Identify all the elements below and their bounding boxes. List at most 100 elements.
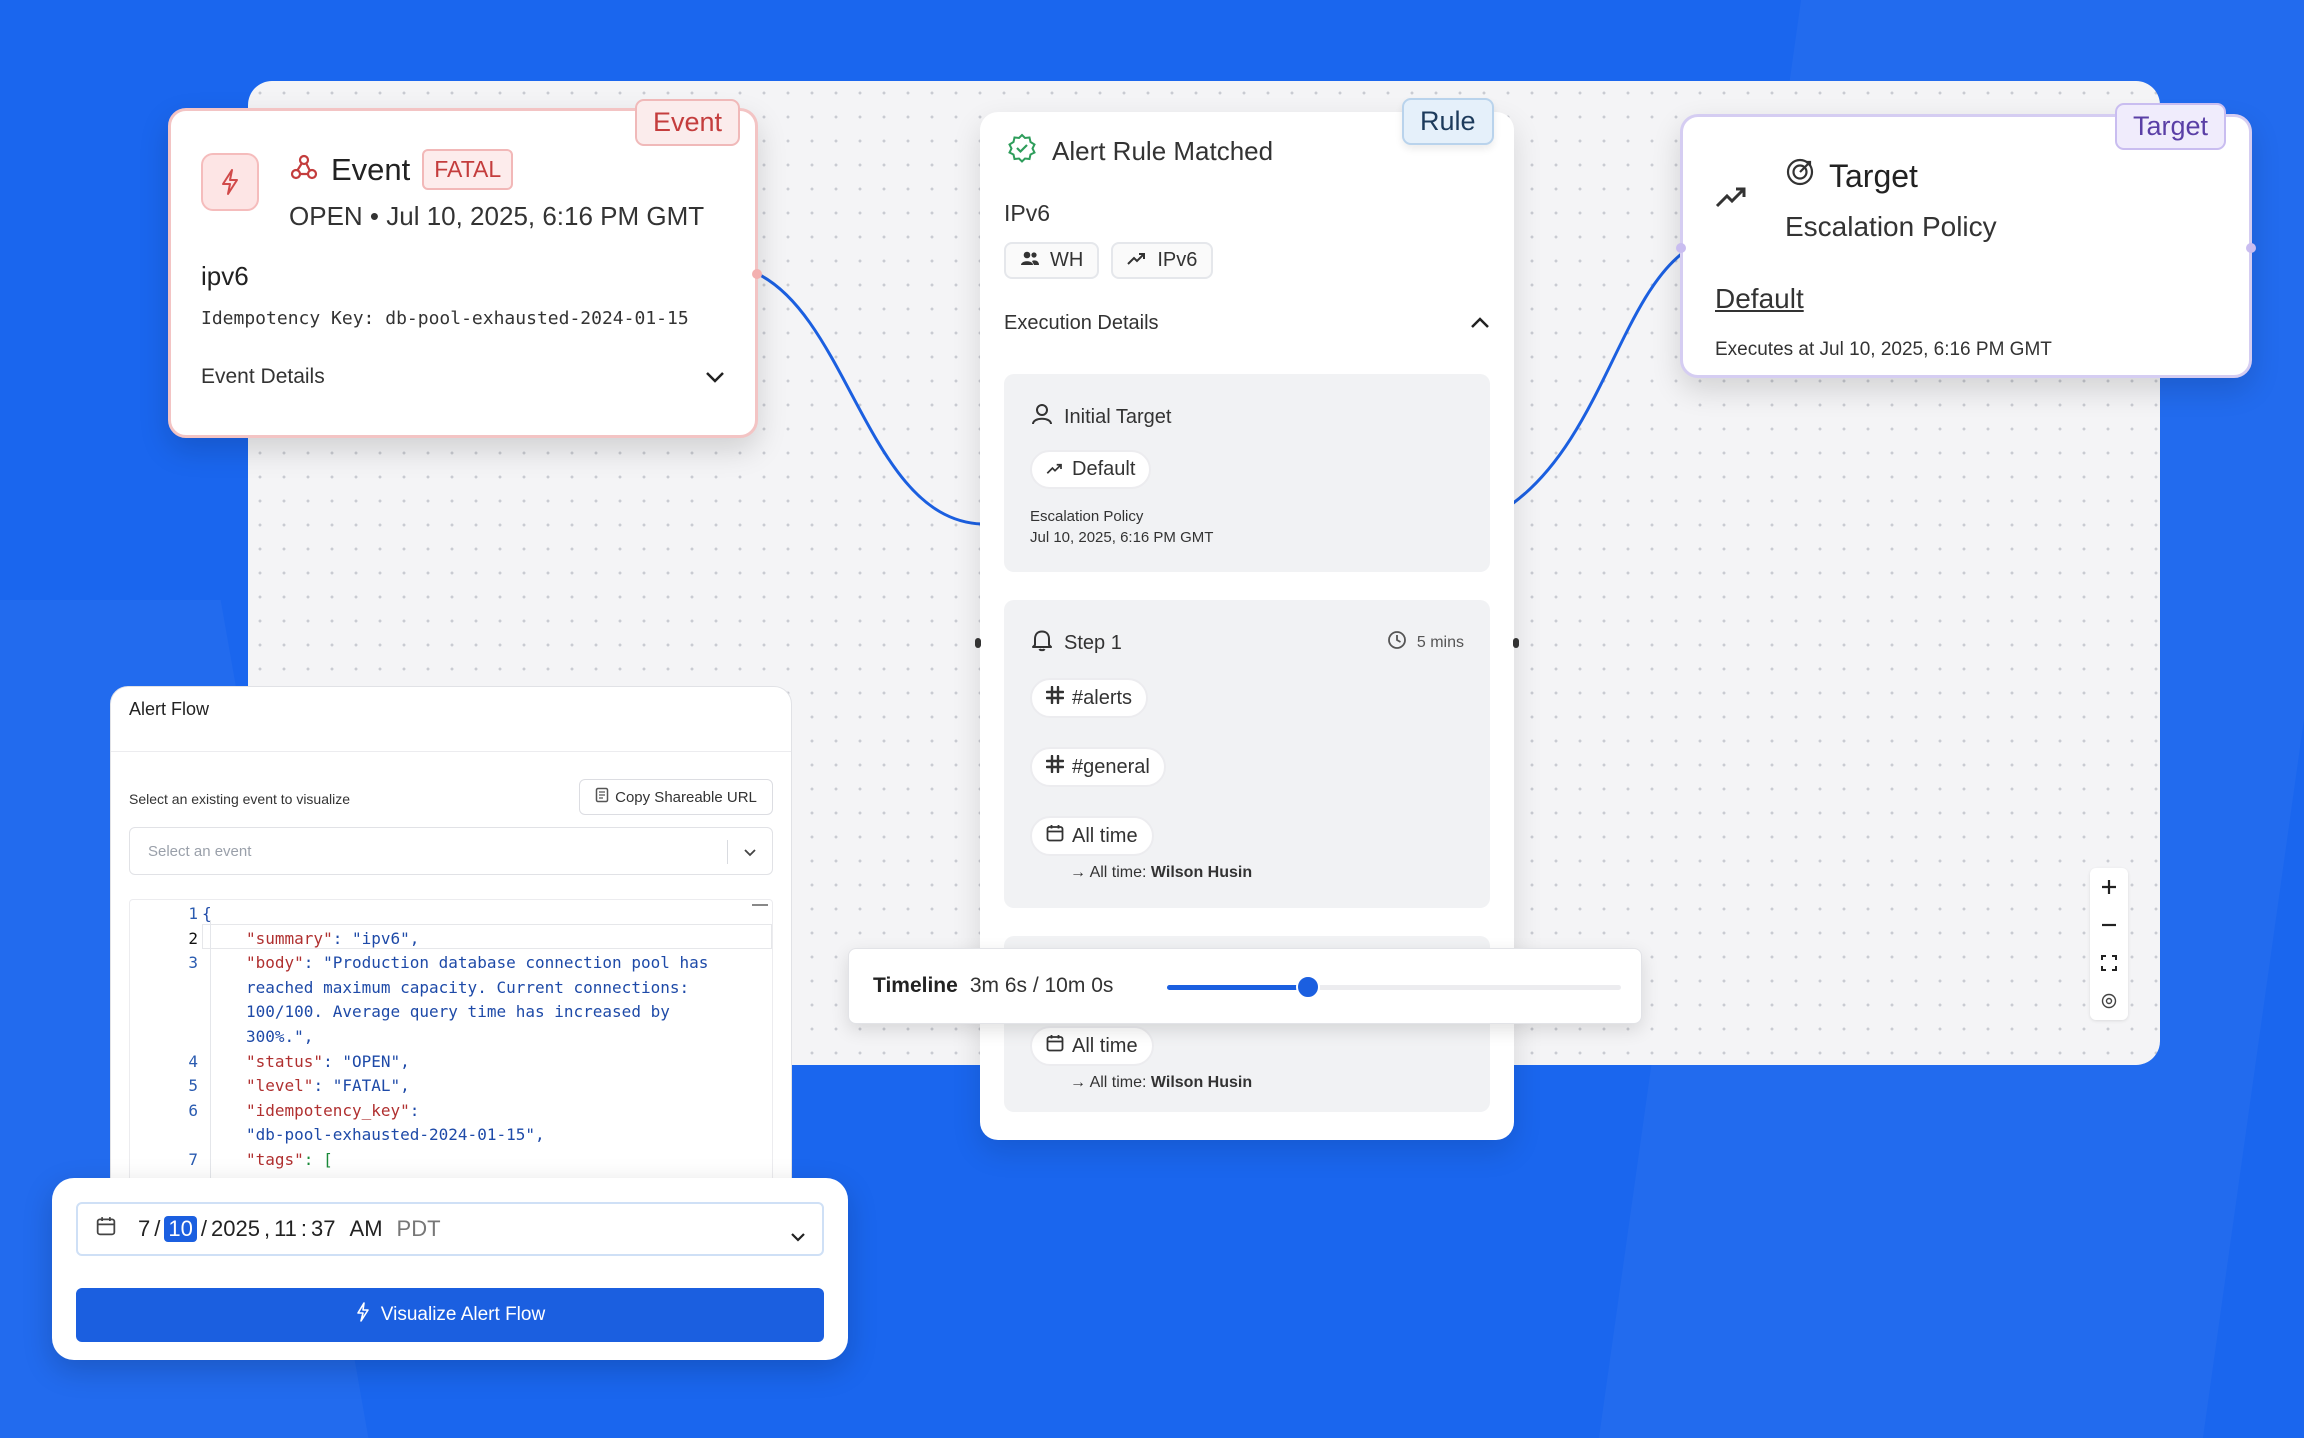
assignee-name: Wilson Husin (1150, 1074, 1253, 1091)
trend-up-icon (1046, 458, 1064, 481)
code-line: "tags": [ (246, 1148, 333, 1173)
json-value: : (409, 1100, 420, 1120)
visualize-button[interactable]: Visualize Alert Flow (76, 1288, 824, 1342)
target-card[interactable]: Target Target Escalation Policy Default … (1676, 103, 2256, 378)
team-chip[interactable]: WH (1004, 242, 1100, 279)
initial-target-row: Initial Target (1030, 402, 1171, 432)
copy-url-label: Copy Shareable URL (615, 788, 757, 806)
target-title: Target (1829, 157, 1918, 194)
copy-url-button[interactable]: Copy Shareable URL (579, 779, 773, 815)
target-policy-link[interactable]: Default (1715, 283, 1804, 315)
code-line: "db-pool-exhausted-2024-01-15", (246, 1123, 545, 1148)
rule-tag: Rule (1402, 98, 1494, 145)
visualize-button-label: Visualize Alert Flow (380, 1304, 546, 1325)
code-line: "summary": "ipv6", (246, 927, 419, 952)
schedule-assignee: → All time: Wilson Husin (1070, 864, 1252, 882)
month-segment[interactable]: 7 (138, 1216, 150, 1242)
json-value: : "Production database connection pool h… (303, 953, 709, 973)
policy-chip-label: IPv6 (1157, 249, 1198, 271)
schedule-chip[interactable]: All time (1030, 1026, 1154, 1066)
json-value: reached maximum capacity. Current connec… (246, 977, 690, 997)
date-panel: 7 / 10 / 2025 , 11 : 37 AM PDT Visualize… (52, 1178, 848, 1360)
timeline-value: 3m 6s / 10m 0s (969, 974, 1114, 997)
team-chip-label: WH (1050, 249, 1084, 271)
channel-chip-general[interactable]: #general (1030, 747, 1166, 787)
code-line: 100/100. Average query time has increase… (246, 1000, 670, 1025)
collapse-icon[interactable] (752, 904, 768, 906)
initial-target-panel: Initial Target Default Escalation Policy… (1004, 374, 1490, 572)
schedule-label: All time (1072, 824, 1138, 847)
day-segment[interactable]: 10 (164, 1216, 197, 1242)
minute-segment[interactable]: 37 (311, 1216, 335, 1242)
schedule-chip[interactable]: All time (1030, 816, 1154, 856)
default-policy-chip[interactable]: Default (1030, 450, 1152, 489)
step-1-duration: 5 mins (1387, 630, 1464, 655)
json-key: "summary" (246, 928, 333, 948)
date-separator: , (263, 1216, 271, 1241)
event-details-toggle[interactable]: Event Details (201, 365, 725, 389)
calendar-icon (96, 1216, 116, 1242)
channel-chip-alerts[interactable]: #alerts (1030, 678, 1149, 718)
event-title: Event (331, 151, 411, 187)
ampm-segment[interactable]: AM (350, 1216, 383, 1242)
date-separator: / (200, 1216, 207, 1241)
minus-icon[interactable] (2090, 906, 2128, 944)
rule-output-port[interactable] (1513, 638, 1519, 648)
timeline-slider-fill (1167, 985, 1308, 990)
datetime-input[interactable]: 7 / 10 / 2025 , 11 : 37 AM PDT (76, 1202, 824, 1256)
clock-icon (1387, 630, 1407, 655)
bell-icon (1030, 628, 1054, 658)
target-executes: Executes at Jul 10, 2025, 6:16 PM GMT (1715, 339, 2052, 360)
event-card[interactable]: Event Event FATAL OPEN • Jul 10, 2025, 6… (168, 99, 762, 438)
fullscreen-icon[interactable] (2090, 944, 2128, 982)
alert-flow-panel: Alert Flow Select an existing event to v… (110, 686, 792, 1206)
code-line: "idempotency_key": (246, 1099, 419, 1124)
idempotency-key: Idempotency Key: db-pool-exhausted-2024-… (201, 308, 689, 329)
date-separator: / (154, 1216, 161, 1241)
code-line: "level": "FATAL", (246, 1074, 410, 1099)
default-policy-label: Default (1072, 458, 1136, 480)
divider (727, 840, 728, 864)
rule-input-port[interactable] (975, 638, 981, 648)
zoom-controls (2090, 868, 2128, 1020)
event-output-port[interactable] (752, 269, 762, 279)
copy-icon (595, 787, 609, 807)
code-line: "body": "Production database connection … (246, 951, 708, 976)
event-name: ipv6 (201, 261, 249, 291)
line-number: 5 (188, 1076, 198, 1096)
execution-details-label: Execution Details (1004, 312, 1159, 334)
json-value: { (202, 904, 212, 923)
event-details-label: Event Details (201, 365, 325, 388)
check-badge-icon (1006, 132, 1038, 171)
channel-alerts-label: #alerts (1072, 686, 1133, 709)
assignee-prefix: → All time: (1070, 864, 1147, 881)
policy-chip[interactable]: IPv6 (1111, 242, 1214, 279)
hour-segment[interactable]: 11 (274, 1216, 297, 1242)
year-segment[interactable]: 2025 (211, 1216, 260, 1242)
trend-up-icon (1127, 249, 1147, 272)
schedule-label: All time (1072, 1034, 1138, 1057)
line-number: 6 (188, 1100, 198, 1120)
json-key: "level" (246, 1076, 314, 1096)
timeline-slider[interactable] (1167, 975, 1621, 999)
event-select-placeholder: Select an event (148, 842, 252, 860)
code-line: reached maximum capacity. Current connec… (246, 976, 689, 1001)
target-input-port[interactable] (1676, 243, 1686, 253)
code-line: 300%.", (246, 1025, 313, 1050)
chevron-down-icon[interactable] (790, 1222, 806, 1248)
json-value: "db-pool-exhausted-2024-01-15", (246, 1125, 545, 1145)
json-key: "tags" (246, 1150, 304, 1169)
event-status: OPEN • Jul 10, 2025, 6:16 PM GMT (289, 201, 705, 231)
indent-guide (210, 920, 211, 1205)
plus-icon[interactable] (2090, 868, 2128, 906)
help-icon[interactable] (2090, 982, 2128, 1020)
event-tag: Event (635, 99, 741, 146)
slack-icon (1045, 754, 1065, 779)
severity-badge: FATAL (422, 149, 514, 190)
json-editor[interactable]: 1{2 "summary": "ipv6", 3 "body": "Productio… (129, 899, 773, 1205)
execution-details-toggle[interactable]: Execution Details (1004, 312, 1490, 335)
event-select[interactable]: Select an event (129, 827, 773, 875)
target-output-port[interactable] (2246, 243, 2256, 253)
slack-icon (1045, 685, 1065, 710)
timeline-slider-thumb[interactable] (1295, 975, 1320, 999)
